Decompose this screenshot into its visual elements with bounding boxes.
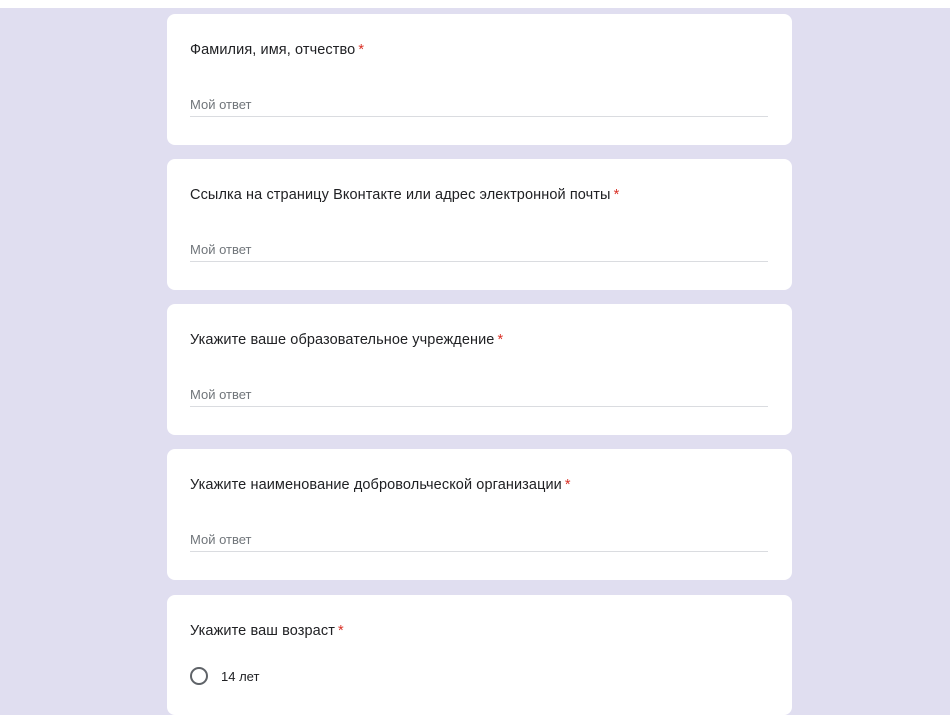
question-title: Укажите наименование добровольческой орг… <box>190 477 571 493</box>
answer-input-organization[interactable] <box>190 527 768 552</box>
question-label: Укажите ваш возраст <box>190 623 335 639</box>
radio-circle-icon[interactable] <box>190 667 208 685</box>
required-asterisk: * <box>358 42 365 58</box>
question-title: Укажите ваш возраст * <box>190 623 344 639</box>
required-asterisk: * <box>337 623 344 639</box>
question-card-contact: Ссылка на страницу Вконтакте или адрес э… <box>167 159 792 290</box>
question-label: Ссылка на страницу Вконтакте или адрес э… <box>190 187 611 203</box>
radio-option-label: 14 лет <box>221 668 260 684</box>
question-card-organization: Укажите наименование добровольческой орг… <box>167 449 792 580</box>
required-asterisk: * <box>564 477 571 493</box>
radio-option-14[interactable]: 14 лет <box>190 667 259 685</box>
question-card-education: Укажите ваше образовательное учреждение * <box>167 304 792 435</box>
question-title: Ссылка на страницу Вконтакте или адрес э… <box>190 187 619 203</box>
required-asterisk: * <box>497 332 504 348</box>
required-asterisk: * <box>613 187 620 203</box>
question-card-full-name: Фамилия, имя, отчество * <box>167 14 792 145</box>
answer-input-education[interactable] <box>190 382 768 407</box>
question-label: Фамилия, имя, отчество <box>190 42 356 58</box>
answer-input-full-name[interactable] <box>190 92 768 117</box>
answer-input-contact[interactable] <box>190 237 768 262</box>
question-label: Укажите ваше образовательное учреждение <box>190 332 495 348</box>
question-title: Укажите ваше образовательное учреждение * <box>190 332 503 348</box>
question-label: Укажите наименование добровольческой орг… <box>190 477 562 493</box>
form-page: Фамилия, имя, отчество* Ссылка на страни… <box>0 0 950 715</box>
question-card-age: Укажите ваш возраст * 14 лет <box>167 595 792 715</box>
question-title: Фамилия, имя, отчество * <box>190 42 364 58</box>
